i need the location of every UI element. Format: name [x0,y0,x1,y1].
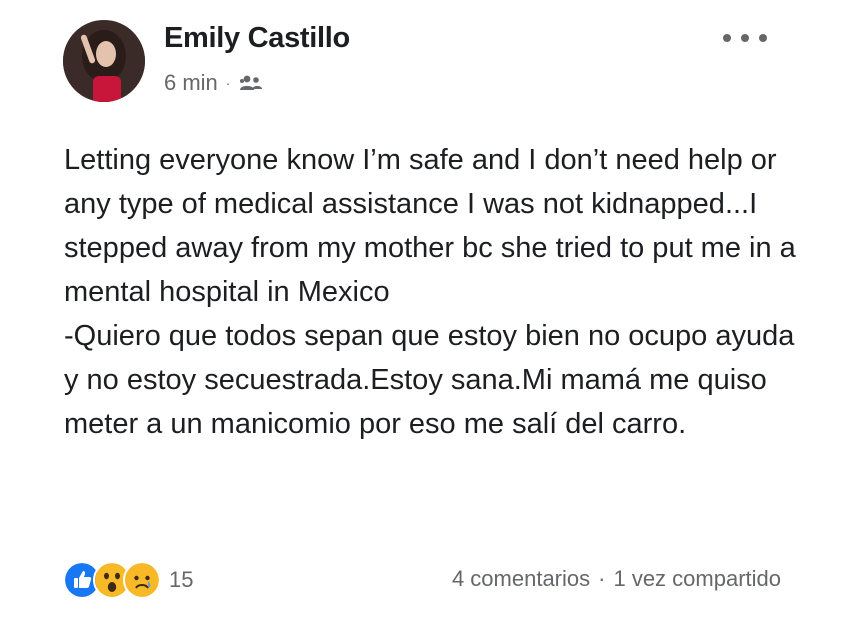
reactions-summary[interactable]: 15 [63,561,193,599]
message-paragraph-spanish: -Quiero que todos sepan que estoy bien n… [64,320,795,440]
more-options-icon[interactable] [723,28,767,48]
more-dot [741,34,749,42]
reaction-count: 15 [169,567,194,592]
avatar[interactable] [63,20,145,102]
stats-separator: · [598,566,606,591]
comments-link[interactable]: 4 comentarios [452,566,590,592]
more-dot [759,34,767,42]
post-message: Letting everyone know I’m safe and I don… [64,138,804,446]
more-dot [723,34,731,42]
avatar-photo [63,20,145,102]
author-name[interactable]: Emily Castillo [164,22,350,55]
post-time[interactable]: 6 min [164,70,218,96]
message-paragraph-english: Letting everyone know I’m safe and I don… [64,144,796,308]
friends-icon[interactable] [238,74,264,92]
post-card: Emily Castillo 6 min · Letting everyone … [0,0,843,620]
post-meta: 6 min · [164,70,264,96]
shares-link[interactable]: 1 vez compartido [613,566,781,592]
meta-separator: · [225,75,231,91]
sad-icon [123,561,161,599]
engagement-stats: 4 comentarios · 1 vez compartido [452,566,781,592]
